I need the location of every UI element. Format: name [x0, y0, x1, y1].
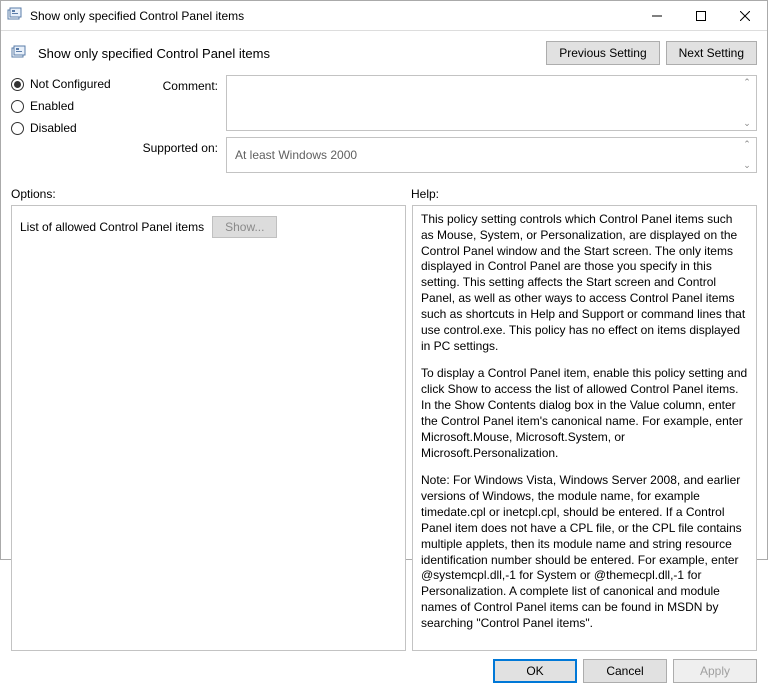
- policy-icon: [11, 45, 28, 62]
- radio-icon: [11, 122, 24, 135]
- options-item-label: List of allowed Control Panel items: [20, 220, 204, 234]
- radio-label: Enabled: [30, 99, 74, 113]
- ok-button[interactable]: OK: [493, 659, 577, 683]
- options-label: Options:: [11, 187, 411, 201]
- maximize-button[interactable]: [679, 1, 723, 30]
- supported-label: Supported on:: [141, 137, 226, 173]
- nav-buttons: Previous Setting Next Setting: [546, 41, 757, 65]
- radio-icon: [11, 100, 24, 113]
- previous-setting-button[interactable]: Previous Setting: [546, 41, 659, 65]
- policy-icon: [7, 7, 24, 24]
- radio-label: Not Configured: [30, 77, 111, 91]
- policy-editor-window: Show only specified Control Panel items …: [0, 0, 768, 560]
- titlebar: Show only specified Control Panel items: [1, 1, 767, 31]
- minimize-button[interactable]: [635, 1, 679, 30]
- show-button[interactable]: Show...: [212, 216, 277, 238]
- comment-label: Comment:: [141, 75, 226, 131]
- help-paragraph: To display a Control Panel item, enable …: [421, 366, 748, 461]
- radio-disabled[interactable]: Disabled: [11, 121, 141, 135]
- header-row: Show only specified Control Panel items …: [1, 31, 767, 69]
- cancel-button[interactable]: Cancel: [583, 659, 667, 683]
- help-pane[interactable]: This policy setting controls which Contr…: [412, 205, 757, 651]
- panes-label-row: Options: Help:: [1, 179, 767, 205]
- panes-row: List of allowed Control Panel items Show…: [1, 205, 767, 651]
- radio-not-configured[interactable]: Not Configured: [11, 77, 141, 91]
- supported-row: Supported on: At least Windows 2000 ⌃⌄: [141, 137, 757, 173]
- help-label: Help:: [411, 187, 439, 201]
- radio-label: Disabled: [30, 121, 77, 135]
- supported-box: At least Windows 2000 ⌃⌄: [226, 137, 757, 173]
- radio-enabled[interactable]: Enabled: [11, 99, 141, 113]
- help-paragraph: Note: For Windows Vista, Windows Server …: [421, 473, 748, 631]
- window-title: Show only specified Control Panel items: [30, 9, 635, 23]
- scroll-arrows-icon: ⌃⌄: [740, 140, 754, 170]
- apply-button[interactable]: Apply: [673, 659, 757, 683]
- state-radio-group: Not Configured Enabled Disabled: [11, 75, 141, 179]
- scroll-arrows-icon: ⌃⌄: [740, 78, 754, 128]
- radio-icon: [11, 78, 24, 91]
- policy-title: Show only specified Control Panel items: [38, 46, 270, 61]
- comment-input[interactable]: ⌃⌄: [226, 75, 757, 131]
- config-row: Not Configured Enabled Disabled Comment:…: [1, 69, 767, 179]
- help-paragraph: This policy setting controls which Contr…: [421, 212, 748, 354]
- options-pane: List of allowed Control Panel items Show…: [11, 205, 406, 651]
- options-item-row: List of allowed Control Panel items Show…: [20, 216, 397, 238]
- footer: OK Cancel Apply: [1, 651, 767, 691]
- next-setting-button[interactable]: Next Setting: [666, 41, 757, 65]
- comment-row: Comment: ⌃⌄: [141, 75, 757, 131]
- supported-text: At least Windows 2000: [235, 148, 357, 162]
- close-button[interactable]: [723, 1, 767, 30]
